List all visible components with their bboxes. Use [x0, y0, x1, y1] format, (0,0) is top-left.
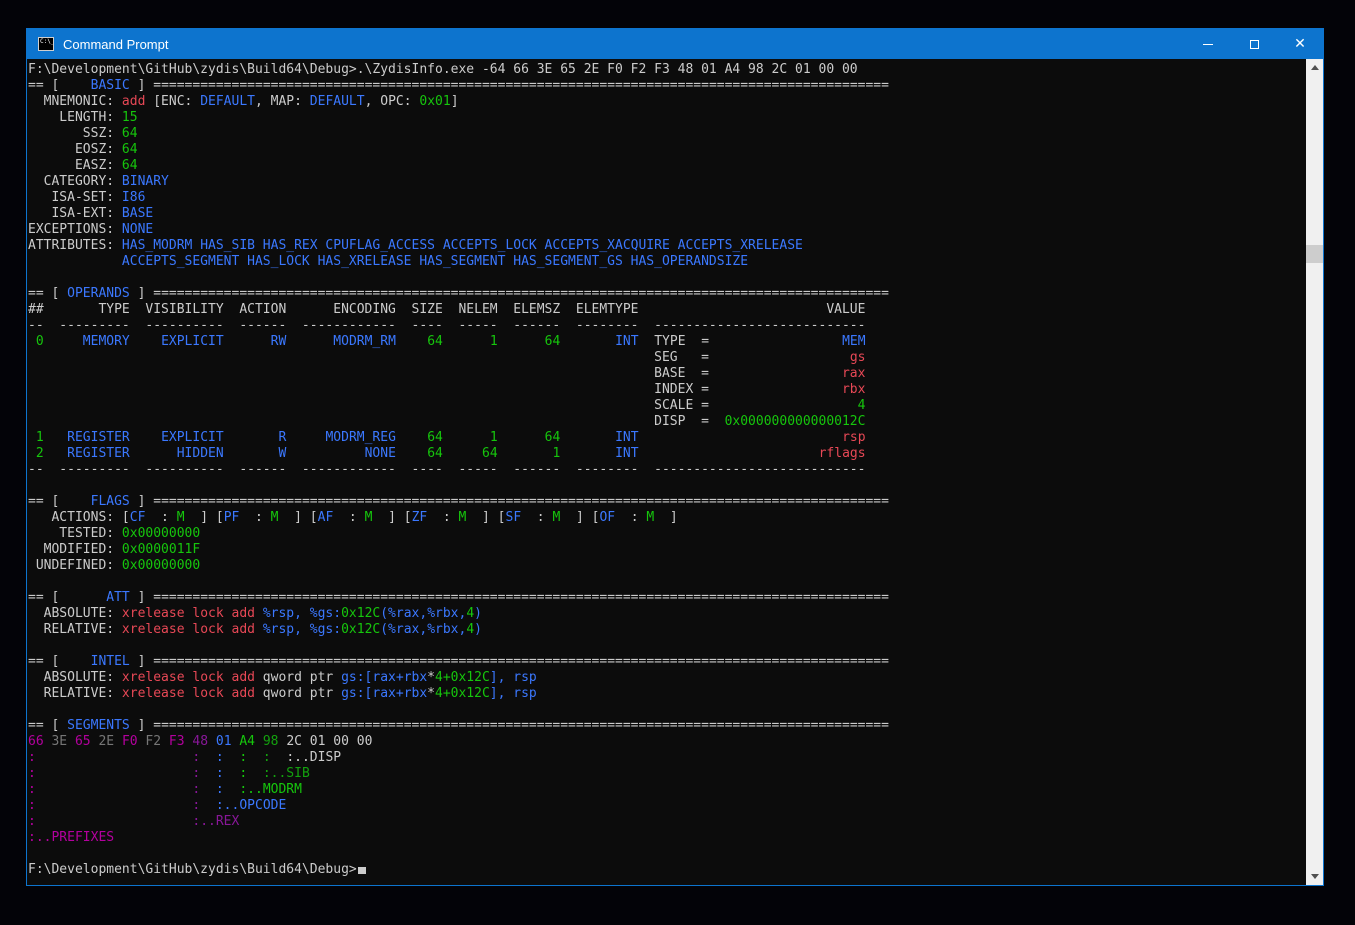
terminal-line [28, 702, 1306, 718]
terminal-line: ## TYPE VISIBILITY ACTION ENCODING SIZE … [28, 302, 1306, 318]
terminal-line: INDEX = rbx [28, 382, 1306, 398]
scroll-down-icon [1311, 874, 1319, 879]
terminal-line: -- --------- ---------- ------ ---------… [28, 318, 1306, 334]
terminal-line: ABSOLUTE: xrelease lock add %rsp, %gs:0x… [28, 606, 1306, 622]
terminal-line: == [ ATT ] =============================… [28, 590, 1306, 606]
terminal-line [28, 574, 1306, 590]
terminal-line: LENGTH: 15 [28, 110, 1306, 126]
close-icon: ✕ [1294, 36, 1306, 52]
terminal-line: -- --------- ---------- ------ ---------… [28, 462, 1306, 478]
terminal-line [28, 846, 1306, 862]
terminal-line: RELATIVE: xrelease lock add qword ptr gs… [28, 686, 1306, 702]
text-cursor [358, 867, 366, 874]
close-button[interactable]: ✕ [1277, 29, 1323, 59]
window-controls: ✕ [1185, 29, 1323, 59]
terminal-line: : : :..OPCODE [28, 798, 1306, 814]
minimize-icon [1203, 44, 1213, 45]
terminal-line: == [ FLAGS ] ===========================… [28, 494, 1306, 510]
terminal-line: TESTED: 0x00000000 [28, 526, 1306, 542]
terminal-line: : : : : :..SIB [28, 766, 1306, 782]
terminal-line: ATTRIBUTES: HAS_MODRM HAS_SIB HAS_REX CP… [28, 238, 1306, 254]
terminal-line: : :..REX [28, 814, 1306, 830]
terminal-line: == [ BASIC ] ===========================… [28, 78, 1306, 94]
terminal-line: ACCEPTS_SEGMENT HAS_LOCK HAS_XRELEASE HA… [28, 254, 1306, 270]
terminal-line: == [ OPERANDS ] ========================… [28, 286, 1306, 302]
terminal-line: SSZ: 64 [28, 126, 1306, 142]
terminal-line: F:\Development\GitHub\zydis\Build64\Debu… [28, 862, 1306, 878]
terminal-line: SEG = gs [28, 350, 1306, 366]
terminal-line: CATEGORY: BINARY [28, 174, 1306, 190]
terminal-line: UNDEFINED: 0x00000000 [28, 558, 1306, 574]
terminal-line: 1 REGISTER EXPLICIT R MODRM_REG 64 1 64 … [28, 430, 1306, 446]
terminal-line: ACTIONS: [CF : M ] [PF : M ] [AF : M ] [… [28, 510, 1306, 526]
window-title: Command Prompt [63, 37, 168, 52]
terminal-line [28, 638, 1306, 654]
terminal-line: : : : :..MODRM [28, 782, 1306, 798]
window-body: F:\Development\GitHub\zydis\Build64\Debu… [27, 59, 1323, 885]
scroll-down-button[interactable] [1306, 868, 1323, 885]
scroll-up-icon [1311, 65, 1319, 70]
vertical-scrollbar[interactable] [1306, 59, 1323, 885]
title-bar[interactable]: C:\_ Command Prompt ✕ [27, 29, 1323, 59]
terminal-line: 66 3E 65 2E F0 F2 F3 48 01 A4 98 2C 01 0… [28, 734, 1306, 750]
terminal-line: SCALE = 4 [28, 398, 1306, 414]
terminal-line: EOSZ: 64 [28, 142, 1306, 158]
scrollbar-thumb[interactable] [1306, 245, 1323, 263]
terminal-line: MNEMONIC: add [ENC: DEFAULT, MAP: DEFAUL… [28, 94, 1306, 110]
console-text[interactable]: F:\Development\GitHub\zydis\Build64\Debu… [27, 59, 1306, 885]
terminal-line [28, 270, 1306, 286]
terminal-line: RELATIVE: xrelease lock add %rsp, %gs:0x… [28, 622, 1306, 638]
terminal-line: ISA-SET: I86 [28, 190, 1306, 206]
terminal-line: EASZ: 64 [28, 158, 1306, 174]
terminal-line: 0 MEMORY EXPLICIT RW MODRM_RM 64 1 64 IN… [28, 334, 1306, 350]
scroll-up-button[interactable] [1306, 59, 1323, 76]
terminal-line: F:\Development\GitHub\zydis\Build64\Debu… [28, 62, 1306, 78]
terminal-line: 2 REGISTER HIDDEN W NONE 64 64 1 INT rfl… [28, 446, 1306, 462]
minimize-button[interactable] [1185, 29, 1231, 59]
terminal-line [28, 478, 1306, 494]
maximize-button[interactable] [1231, 29, 1277, 59]
terminal-line: == [ SEGMENTS ] ========================… [28, 718, 1306, 734]
terminal-line: ABSOLUTE: xrelease lock add qword ptr gs… [28, 670, 1306, 686]
terminal-line: DISP = 0x000000000000012C [28, 414, 1306, 430]
terminal-line: : : : : : :..DISP [28, 750, 1306, 766]
command-prompt-window: C:\_ Command Prompt ✕ F:\Development\Git… [26, 28, 1324, 886]
maximize-icon [1250, 40, 1259, 49]
terminal-line: EXCEPTIONS: NONE [28, 222, 1306, 238]
cmd-icon: C:\_ [38, 37, 54, 51]
terminal-line: == [ INTEL ] ===========================… [28, 654, 1306, 670]
terminal-line: BASE = rax [28, 366, 1306, 382]
terminal-line: MODIFIED: 0x0000011F [28, 542, 1306, 558]
terminal-line: :..PREFIXES [28, 830, 1306, 846]
terminal-line: ISA-EXT: BASE [28, 206, 1306, 222]
